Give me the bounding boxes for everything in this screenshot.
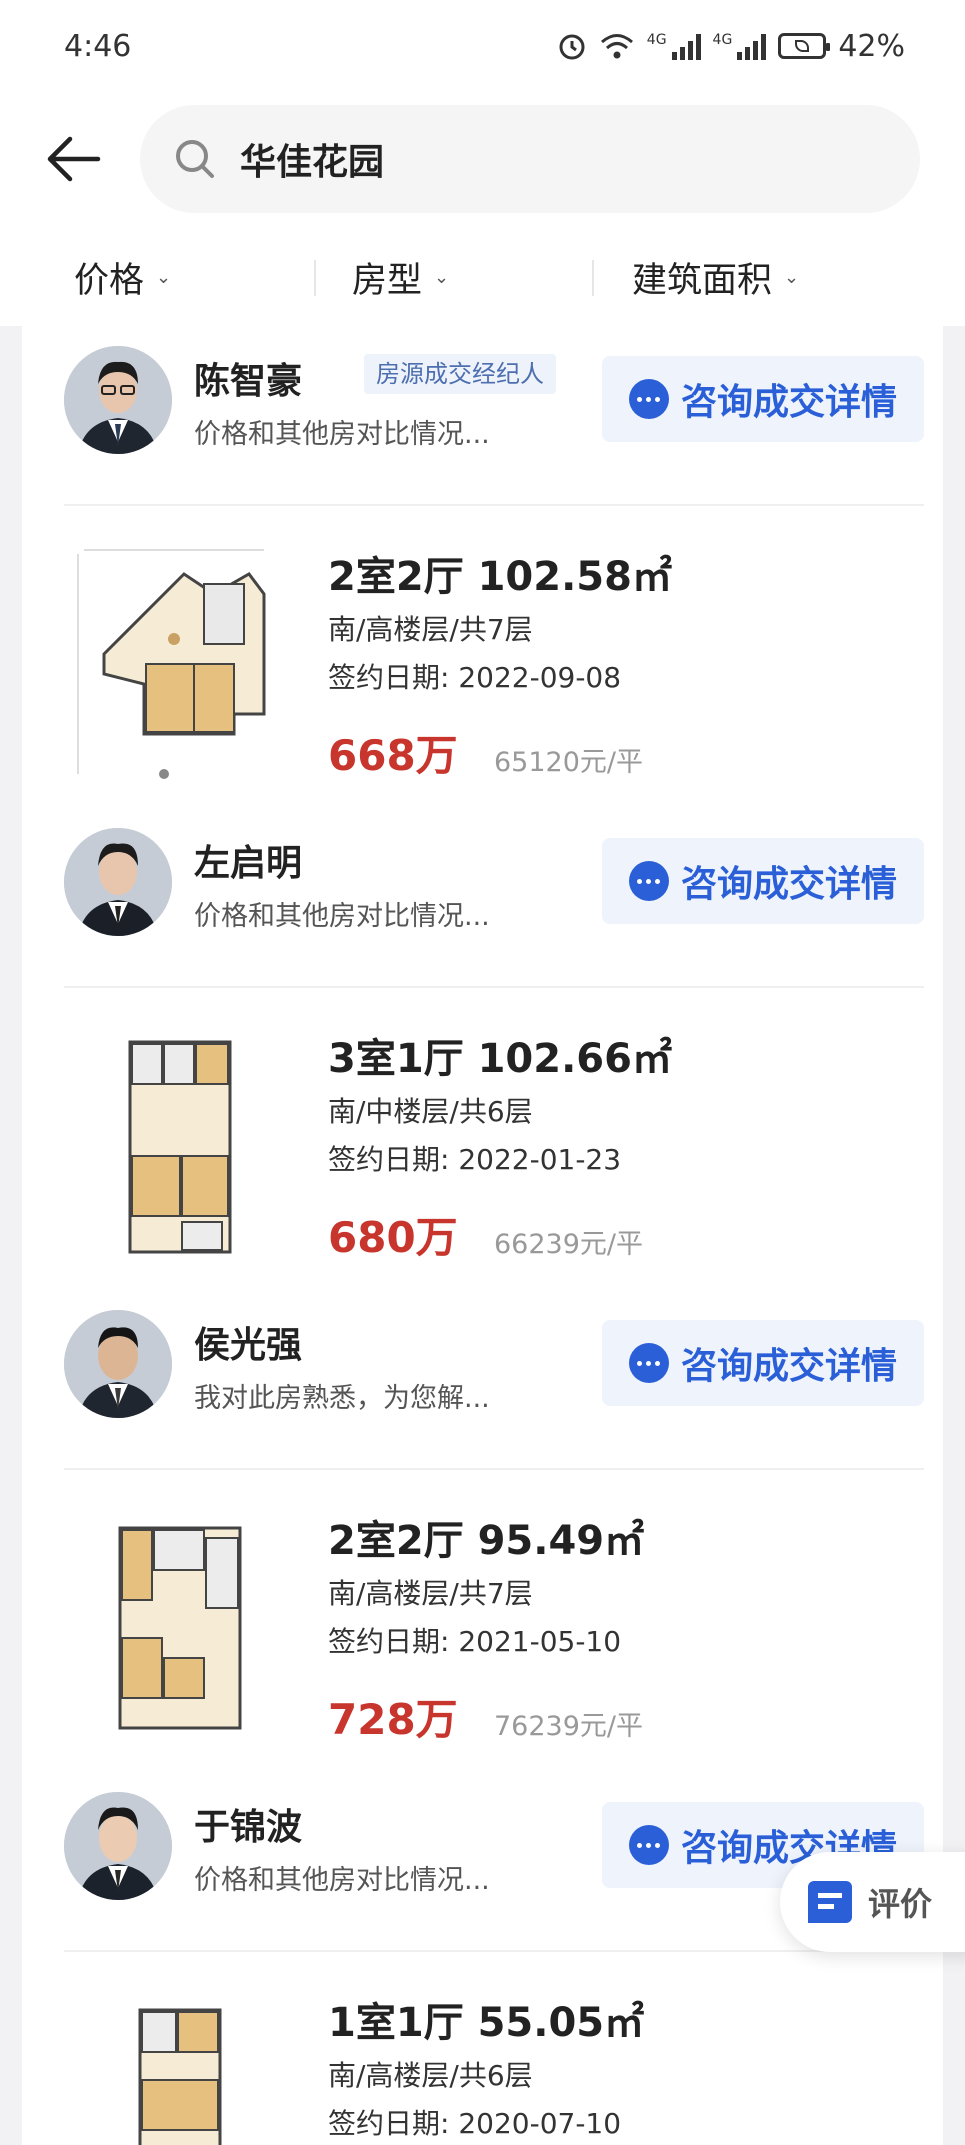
chat-icon [628, 379, 669, 419]
listing-unit-price: 65120元/平 [494, 747, 643, 778]
agent-row[interactable]: 陈智豪 房源成交经纪人 价格和其他房对比情况... 咨询成交详情 [64, 346, 924, 456]
consult-label: 咨询成交详情 [680, 382, 897, 423]
search-input[interactable]: 华佳花园 [140, 105, 920, 213]
listing-floor: 南/高楼层/共7层 [328, 613, 533, 646]
avatar [64, 1310, 172, 1418]
filter-divider [592, 260, 594, 296]
avatar [64, 828, 172, 936]
agent-row[interactable]: 左启明 价格和其他房对比情况... 咨询成交详情 [64, 828, 924, 938]
listing-title: 3室1厅 102.66㎡ [328, 1036, 672, 1082]
floorplan-image [64, 1026, 284, 1266]
listing-card[interactable]: 2室2厅 95.49㎡ 南/高楼层/共7层 签约日期: 2021-05-10 7… [64, 1508, 924, 1758]
back-button[interactable] [44, 131, 104, 187]
agent-desc: 价格和其他房对比情况... [194, 1865, 490, 1896]
filter-area[interactable]: 建筑面积 ⌄ [632, 252, 799, 303]
chevron-down-icon: ⌄ [434, 267, 450, 288]
avatar-image [64, 1310, 172, 1418]
chat-icon [628, 861, 669, 901]
filter-layout[interactable]: 房型 ⌄ [352, 252, 449, 303]
listing-price: 668万 [328, 731, 458, 780]
search-header: 华佳花园 [0, 105, 965, 213]
listing-floor: 南/中楼层/共6层 [328, 1095, 533, 1128]
agent-desc: 价格和其他房对比情况... [194, 901, 490, 932]
floorplan-image [64, 1990, 284, 2145]
listing-card[interactable]: 2室2厅 102.58㎡ 南/高楼层/共7层 签约日期: 2022-09-08 … [64, 544, 924, 794]
listing-date: 签约日期: 2022-01-23 [328, 1143, 622, 1176]
listing-date: 签约日期: 2021-05-10 [328, 1625, 622, 1658]
agent-desc: 我对此房熟悉，为您解... [194, 1383, 490, 1414]
back-arrow-icon [47, 136, 101, 182]
filter-price[interactable]: 价格 ⌄ [74, 252, 171, 303]
agent-name: 侯光强 [194, 1325, 303, 1366]
divider [64, 1950, 924, 1952]
rating-label: 评价 [868, 1885, 933, 1923]
chevron-down-icon: ⌄ [156, 267, 172, 288]
listing-unit-price: 76239元/平 [494, 1711, 643, 1742]
agent-badge: 房源成交经纪人 [364, 354, 556, 394]
avatar [64, 1792, 172, 1900]
search-icon [176, 140, 214, 178]
battery-level: 42% [838, 28, 905, 64]
filter-divider [314, 260, 316, 296]
filter-price-label: 价格 [74, 261, 145, 301]
listing-date: 签约日期: 2022-09-08 [328, 661, 622, 694]
status-icons: 4G 4G 42% [557, 29, 905, 64]
filter-layout-label: 房型 [352, 261, 423, 301]
search-query: 华佳花园 [240, 142, 385, 183]
agent-desc: 价格和其他房对比情况... [194, 419, 490, 450]
floorplan-image [64, 1508, 284, 1748]
alarm-icon [559, 34, 585, 60]
agent-name: 左启明 [194, 843, 303, 884]
avatar-image [64, 828, 172, 936]
divider [64, 504, 924, 506]
divider [64, 1468, 924, 1470]
agent-name: 于锦波 [194, 1807, 303, 1848]
agent-name: 陈智豪 [194, 361, 303, 402]
comment-icon [808, 1881, 852, 1923]
listing-title: 2室2厅 102.58㎡ [328, 554, 672, 600]
listing-unit-price: 66239元/平 [494, 1229, 643, 1260]
consult-button[interactable]: 咨询成交详情 [602, 838, 924, 924]
listing-card[interactable]: 1室1厅 55.05㎡ 南/高楼层/共6层 签约日期: 2020-07-10 [64, 1990, 924, 2145]
divider [64, 986, 924, 988]
listing-price: 728万 [328, 1695, 458, 1744]
listing-date: 签约日期: 2020-07-10 [328, 2107, 622, 2140]
consult-button[interactable]: 咨询成交详情 [602, 1320, 924, 1406]
listing-title: 1室1厅 55.05㎡ [328, 2000, 645, 2046]
listing-card[interactable]: 3室1厅 102.66㎡ 南/中楼层/共6层 签约日期: 2022-01-23 … [64, 1026, 924, 1276]
status-time: 4:46 [64, 28, 132, 64]
status-bar: 4:46 4G 4G 42% [0, 0, 965, 92]
avatar-image [64, 1792, 172, 1900]
rating-button[interactable]: 评价 [780, 1852, 965, 1952]
chat-icon [628, 1825, 669, 1865]
consult-button[interactable]: 咨询成交详情 [602, 356, 924, 442]
filter-area-label: 建筑面积 [632, 261, 773, 301]
avatar-image [64, 346, 172, 454]
signal-icon: 4G [647, 32, 701, 60]
consult-label: 咨询成交详情 [680, 1346, 897, 1387]
chevron-down-icon: ⌄ [784, 267, 800, 288]
listing-floor: 南/高楼层/共7层 [328, 1577, 533, 1610]
signal-icon-2: 4G [713, 32, 767, 60]
battery-icon [778, 33, 831, 59]
consult-label: 咨询成交详情 [680, 864, 897, 905]
listing-floor: 南/高楼层/共6层 [328, 2059, 533, 2092]
avatar [64, 346, 172, 454]
filter-bar: 价格 ⌄ 房型 ⌄ 建筑面积 ⌄ [0, 240, 965, 324]
listing-title: 2室2厅 95.49㎡ [328, 1518, 645, 1564]
listing-price: 680万 [328, 1213, 458, 1262]
floorplan-image [64, 544, 284, 784]
agent-row[interactable]: 侯光强 我对此房熟悉，为您解... 咨询成交详情 [64, 1310, 924, 1420]
wifi-icon [600, 34, 633, 59]
chat-icon [628, 1343, 669, 1383]
